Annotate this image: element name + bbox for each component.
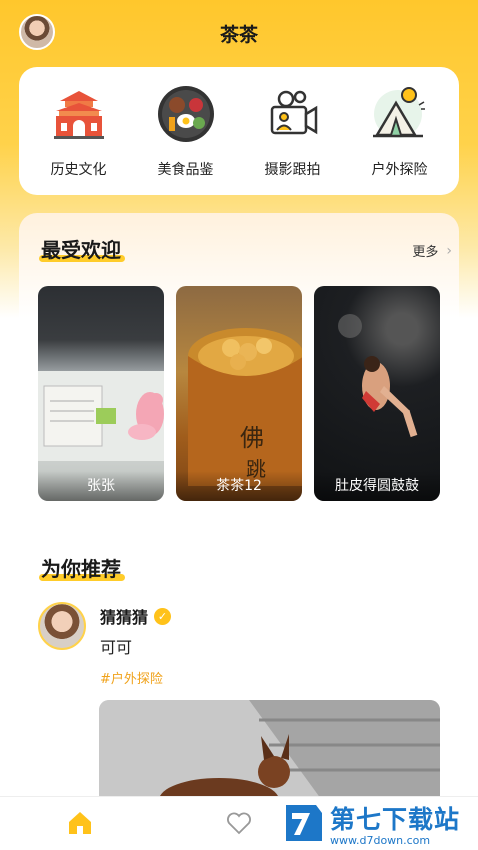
popular-card-1[interactable]: 张张 xyxy=(38,286,164,501)
category-card: 历史文化 美食品鉴 摄影跟拍 户外探险 xyxy=(19,67,459,195)
popular-card-1-label: 张张 xyxy=(38,471,164,501)
post-avatar[interactable] xyxy=(38,602,86,650)
header: 茶茶 xyxy=(0,0,478,64)
post-image[interactable] xyxy=(99,700,440,810)
category-photo[interactable]: 摄影跟拍 xyxy=(243,83,343,179)
heart-icon[interactable] xyxy=(225,809,253,837)
popular-title-wrap: 最受欢迎 xyxy=(39,234,125,263)
post-tag[interactable]: #户外探险 xyxy=(100,668,163,687)
home-icon[interactable] xyxy=(66,809,94,837)
verified-check-icon: ✓ xyxy=(154,607,172,625)
popular-card-2-label: 茶茶12 xyxy=(176,471,302,501)
category-outdoor[interactable]: 户外探险 xyxy=(350,83,450,179)
post-text: 可可 xyxy=(100,638,133,657)
watermark: 第七下载站 www.d7down.com xyxy=(282,797,478,850)
popular-title-text: 最受欢迎 xyxy=(41,238,121,262)
category-history[interactable]: 历史文化 xyxy=(29,83,129,179)
tent-sun-icon xyxy=(372,87,425,138)
chevron-right-icon: › xyxy=(446,242,452,259)
watermark-logo-icon xyxy=(286,804,322,841)
category-outdoor-label: 户外探险 xyxy=(371,162,428,178)
recommend-title-wrap: 为你推荐 xyxy=(39,553,125,582)
desk-photo xyxy=(38,371,164,461)
post-username-text: 猜猜猜 xyxy=(100,608,149,627)
gate-tower-icon xyxy=(53,91,104,139)
svg-text:佛: 佛 xyxy=(240,424,264,452)
category-history-label: 历史文化 xyxy=(50,162,107,178)
diver-photo xyxy=(338,314,418,438)
food-bowl-photo: 佛 跳 xyxy=(188,328,302,486)
popular-card-3[interactable]: 肚皮得圆鼓鼓 xyxy=(314,286,440,501)
popular-title: 最受欢迎 xyxy=(39,234,125,263)
popular-card-2[interactable]: 佛 跳 茶茶12 xyxy=(176,286,302,501)
category-photo-label: 摄影跟拍 xyxy=(264,162,321,178)
more-link-label: 更多 xyxy=(412,245,439,260)
popular-card-3-label: 肚皮得圆鼓鼓 xyxy=(314,471,440,501)
food-plate-icon xyxy=(157,86,214,142)
recommend-title: 为你推荐 xyxy=(39,553,125,582)
category-food[interactable]: 美食品鉴 xyxy=(136,83,236,179)
page-title: 茶茶 xyxy=(219,24,258,46)
recommend-title-text: 为你推荐 xyxy=(41,557,121,581)
more-link[interactable]: 更多 › xyxy=(412,241,452,261)
post-username[interactable]: 猜猜猜 ✓ xyxy=(100,604,172,628)
category-food-label: 美食品鉴 xyxy=(157,162,214,178)
watermark-text: 第七下载站 www.d7down.com xyxy=(330,800,460,847)
watermark-brand: 第七下载站 xyxy=(330,805,461,834)
video-camera-icon xyxy=(270,90,317,135)
dog-photo xyxy=(99,700,440,810)
